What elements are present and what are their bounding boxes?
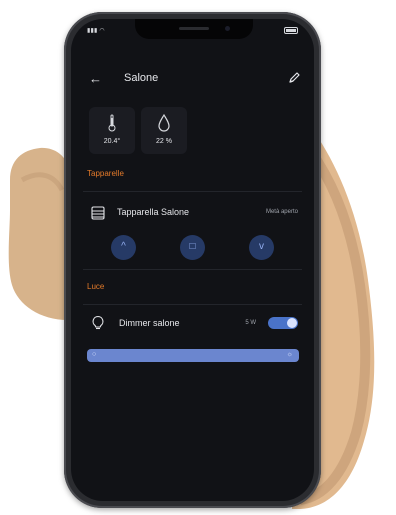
slider-right-icon: ☼ xyxy=(286,351,293,358)
temperature-value: 20.4° xyxy=(103,138,121,145)
page-title: Salone xyxy=(124,72,159,84)
slider-left-icon: ○ xyxy=(92,351,97,358)
top-bar: ← Salone xyxy=(89,71,301,87)
bulb-icon xyxy=(91,315,105,336)
back-arrow-icon: ← xyxy=(89,71,102,86)
humidity-value: 22 % xyxy=(156,138,172,145)
drop-icon xyxy=(141,113,187,137)
notch xyxy=(135,19,253,39)
dimmer-slider[interactable]: ○ ☼ xyxy=(87,349,299,362)
divider xyxy=(83,304,302,305)
stop-icon: □ xyxy=(189,241,196,252)
back-button[interactable]: ← xyxy=(89,71,102,87)
section-tapparelle: Tapparelle xyxy=(87,169,124,178)
divider xyxy=(83,191,302,192)
blinds-icon xyxy=(91,206,105,225)
temperature-tile[interactable]: 20.4° xyxy=(89,107,135,154)
battery-icon xyxy=(284,27,298,34)
dimmer-name: Dimmer salone xyxy=(119,318,180,328)
toggle-knob xyxy=(287,318,297,328)
divider xyxy=(83,269,302,270)
dimmer-toggle[interactable] xyxy=(268,317,298,329)
chevron-down-icon: v xyxy=(259,241,264,252)
dimmer-power: 5 W xyxy=(245,320,256,326)
status-left: ▮▮▮ ◠ xyxy=(87,28,105,34)
speaker xyxy=(179,27,209,30)
phone-scene: ▮▮▮ ◠ ← Salone 20.4° 22 % Tapparelle Tap… xyxy=(0,0,396,515)
phone-screen: ▮▮▮ ◠ ← Salone 20.4° 22 % Tapparelle Tap… xyxy=(71,19,314,501)
blinds-down-button[interactable]: v xyxy=(249,235,274,260)
blinds-up-button[interactable]: ^ xyxy=(111,235,136,260)
section-luce: Luce xyxy=(87,282,105,291)
edit-button[interactable] xyxy=(287,71,301,85)
status-right xyxy=(282,27,298,34)
camera xyxy=(225,26,230,31)
humidity-tile[interactable]: 22 % xyxy=(141,107,187,154)
blinds-status: Metà aperto xyxy=(265,209,298,215)
blinds-stop-button[interactable]: □ xyxy=(180,235,205,260)
chevron-up-icon: ^ xyxy=(121,241,126,252)
thermometer-icon xyxy=(89,114,135,137)
pencil-icon xyxy=(289,72,300,83)
blinds-name: Tapparella Salone xyxy=(117,207,190,217)
